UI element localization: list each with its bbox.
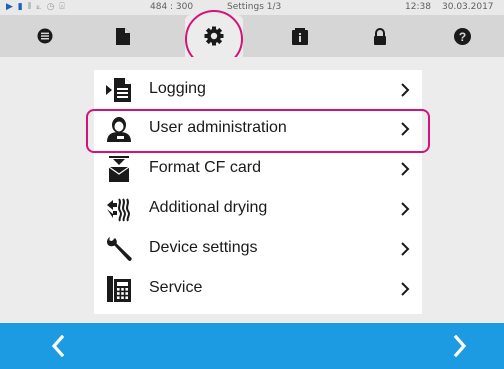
svg-text:?: ? bbox=[458, 30, 465, 44]
menu-item-logging[interactable]: Logging bbox=[94, 70, 422, 109]
chevron-right-icon bbox=[453, 335, 467, 357]
tab-documents[interactable] bbox=[98, 15, 148, 57]
wrench-icon bbox=[107, 237, 132, 261]
clock-icon: ◷ bbox=[46, 2, 56, 12]
tab-bar: ? bbox=[0, 15, 504, 57]
content-area: Logging User administration Format CF ca… bbox=[0, 57, 504, 323]
chevron-right-icon bbox=[401, 83, 410, 97]
screen-title: Settings 1/3 bbox=[227, 2, 282, 12]
menu-item-additional-drying[interactable]: Additional drying bbox=[94, 189, 422, 228]
menu-item-format-cf-card[interactable]: Format CF card bbox=[94, 149, 422, 188]
coords-readout: 484 : 300 bbox=[150, 2, 194, 12]
tab-menu[interactable] bbox=[20, 15, 70, 57]
service-phone-icon bbox=[107, 276, 131, 302]
logging-icon bbox=[106, 78, 131, 102]
drying-icon bbox=[107, 198, 130, 222]
chevron-right-icon bbox=[401, 282, 410, 296]
status-date: 30.03.2017 bbox=[442, 2, 494, 12]
chevron-left-icon bbox=[51, 335, 65, 357]
settings-screen: ▶ ▮ ⫴ ⟀ ◷ ⍓ 484 : 300 Settings 1/3 12:38… bbox=[0, 0, 504, 369]
play-icon: ▶ bbox=[6, 2, 14, 12]
menu-item-service[interactable]: Service bbox=[94, 269, 422, 308]
lock-icon bbox=[374, 27, 386, 45]
next-page-button[interactable] bbox=[430, 323, 490, 369]
menu-item-device-settings[interactable]: Device settings bbox=[94, 229, 422, 268]
menu-item-label: Device settings bbox=[149, 239, 258, 256]
document-icon bbox=[116, 27, 130, 45]
chevron-right-icon bbox=[401, 202, 410, 216]
status-time: 12:38 bbox=[405, 2, 431, 12]
menu-item-label: Additional drying bbox=[149, 199, 268, 216]
lock-icon: ⍓ bbox=[59, 2, 66, 12]
tab-help[interactable]: ? bbox=[437, 15, 487, 57]
tab-lock[interactable] bbox=[355, 15, 405, 57]
previous-page-button[interactable] bbox=[28, 323, 88, 369]
bottom-nav-bar bbox=[0, 323, 504, 369]
selected-item-highlight bbox=[86, 109, 430, 153]
info-icon bbox=[292, 27, 308, 45]
menu-item-label: Logging bbox=[149, 80, 206, 97]
document-icon: ▮ bbox=[17, 2, 24, 12]
drying-icon: ⫴ bbox=[27, 2, 33, 12]
menu-item-label: Service bbox=[149, 279, 203, 296]
status-icons: ▶ ▮ ⫴ ⟀ ◷ ⍓ bbox=[6, 2, 66, 12]
chart-icon: ⟀ bbox=[36, 2, 43, 12]
format-card-icon bbox=[108, 156, 130, 182]
chevron-right-icon bbox=[401, 162, 410, 176]
menu-icon bbox=[37, 28, 53, 44]
settings-menu: Logging User administration Format CF ca… bbox=[94, 70, 422, 314]
tab-info[interactable] bbox=[275, 15, 325, 57]
menu-item-label: Format CF card bbox=[149, 159, 262, 176]
chevron-right-icon bbox=[401, 242, 410, 256]
status-bar: ▶ ▮ ⫴ ⟀ ◷ ⍓ 484 : 300 Settings 1/3 12:38… bbox=[0, 0, 504, 15]
help-icon: ? bbox=[453, 27, 471, 45]
